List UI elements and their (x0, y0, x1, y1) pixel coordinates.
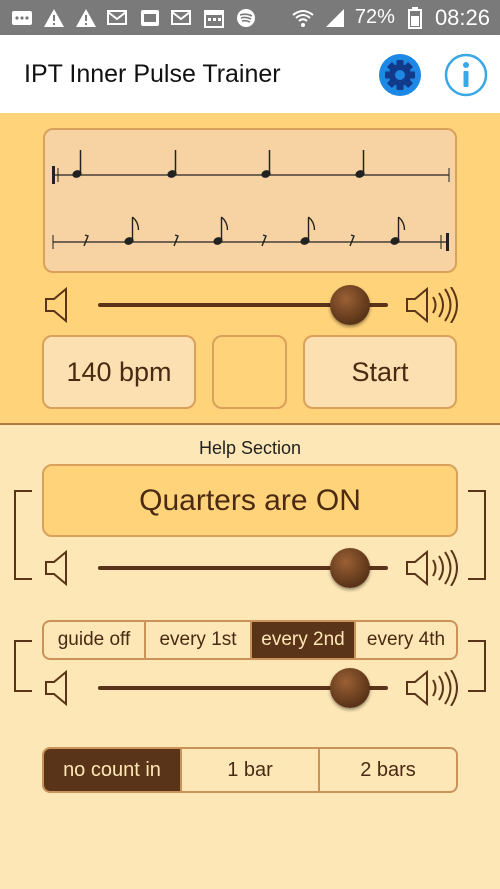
guide-option-every-1st[interactable]: every 1st (146, 622, 252, 658)
guide-option-label: guide off (57, 629, 131, 650)
count-in-option-label: 2 bars (360, 758, 416, 781)
count-in-option-1-bar[interactable]: 1 bar (182, 749, 320, 791)
tempo-button[interactable]: 140 bpm (42, 335, 196, 409)
quarters-volume-knob[interactable] (330, 548, 371, 588)
count-in-option-label: no count in (63, 758, 161, 781)
messages-icon (10, 8, 34, 28)
main-volume-knob[interactable] (330, 285, 371, 325)
volume-high-icon (405, 669, 460, 711)
status-bar: 72% 08:26 (0, 0, 500, 35)
quarters-label: Quarters are ON (139, 483, 361, 517)
warning-icon (42, 8, 66, 28)
info-icon[interactable] (443, 52, 489, 98)
count-in-option-2-bars[interactable]: 2 bars (320, 749, 456, 791)
count-in-option-none[interactable]: no count in (44, 749, 182, 791)
help-section-title: Help Section (198, 438, 302, 458)
count-in-selector: no count in 1 bar 2 bars (42, 747, 458, 793)
guide-option-label: every 4th (366, 629, 446, 650)
volume-high-icon (405, 286, 460, 328)
battery-icon (403, 6, 427, 29)
gallery-icon (138, 8, 162, 28)
guide-volume-knob[interactable] (330, 668, 371, 708)
calendar-icon (202, 8, 226, 28)
quarters-bracket-right (468, 490, 486, 580)
volume-low-icon (44, 549, 70, 591)
main-volume-row (40, 283, 460, 327)
guide-option-label: every 1st (159, 629, 237, 650)
email-icon (170, 8, 194, 28)
battery-percent: 72% (354, 6, 395, 28)
system-status: 72% 08:26 (291, 5, 490, 31)
guide-selector: guide off every 1st every 2nd every 4th (42, 620, 458, 660)
app-title: IPT Inner Pulse Trainer (24, 59, 281, 88)
quarters-toggle-button[interactable]: Quarters are ON (42, 464, 458, 537)
spotify-icon (234, 8, 258, 28)
quarters-volume-row (40, 546, 460, 590)
guide-volume-row (40, 666, 460, 710)
guide-option-every-4th[interactable]: every 4th (356, 622, 456, 658)
guide-bracket-right (468, 640, 486, 692)
clock: 08:26 (434, 4, 490, 30)
notification-icons (10, 8, 258, 28)
warning-icon (74, 8, 98, 28)
player-panel: 140 bpm Start (0, 113, 500, 425)
signal-icon (323, 8, 347, 28)
volume-low-icon (44, 286, 70, 328)
start-label: Start (351, 356, 409, 387)
email-icon (106, 8, 130, 28)
gear-icon[interactable] (377, 52, 423, 98)
guide-option-off[interactable]: guide off (44, 622, 146, 658)
guide-option-every-2nd[interactable]: every 2nd (252, 622, 356, 658)
volume-high-icon (405, 549, 460, 591)
start-button[interactable]: Start (303, 335, 457, 409)
quarters-bracket-left (14, 490, 32, 580)
wifi-icon (291, 8, 315, 28)
guide-bracket-left (14, 640, 32, 692)
volume-low-icon (44, 669, 70, 711)
rhythm-notation (43, 128, 457, 273)
count-in-option-label: 1 bar (227, 758, 273, 781)
beat-indicator-button[interactable] (212, 335, 287, 409)
app-bar: IPT Inner Pulse Trainer (0, 35, 500, 113)
guide-option-label: every 2nd (261, 629, 345, 650)
tempo-label: 140 bpm (66, 356, 172, 387)
